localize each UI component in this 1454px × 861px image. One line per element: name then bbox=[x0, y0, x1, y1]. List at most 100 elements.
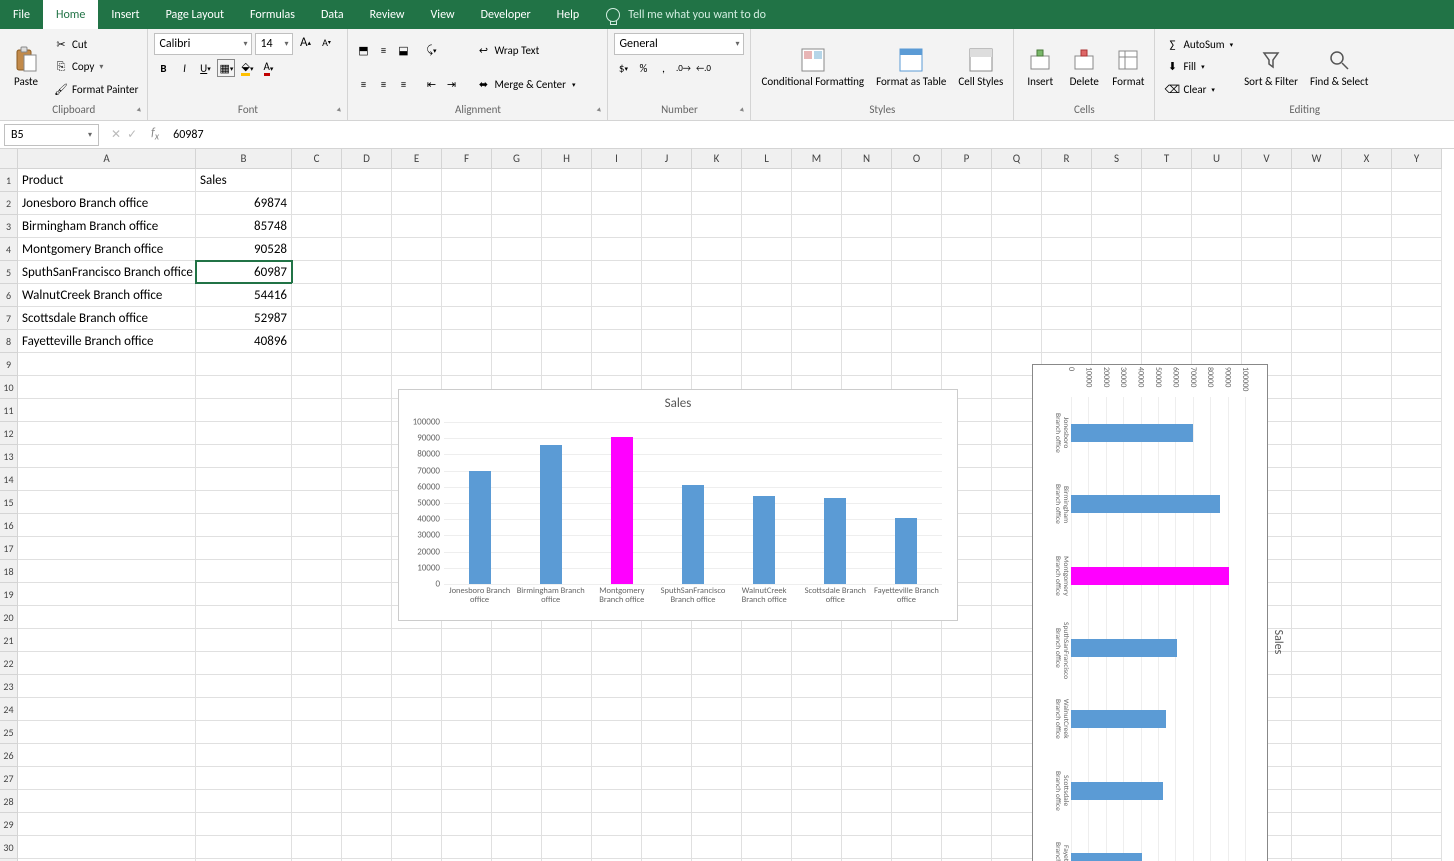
chart2-bar[interactable] bbox=[1071, 710, 1166, 728]
cell-K26[interactable] bbox=[692, 744, 742, 767]
row-header-17[interactable]: 17 bbox=[0, 537, 18, 560]
cell-U1[interactable] bbox=[1192, 169, 1242, 192]
cell-R8[interactable] bbox=[1042, 330, 1092, 353]
cell-N23[interactable] bbox=[842, 675, 892, 698]
cell-K8[interactable] bbox=[692, 330, 742, 353]
cell-G3[interactable] bbox=[492, 215, 542, 238]
col-header-S[interactable]: S bbox=[1092, 149, 1142, 169]
cell-C4[interactable] bbox=[292, 238, 342, 261]
cell-I25[interactable] bbox=[592, 721, 642, 744]
cell-N21[interactable] bbox=[842, 629, 892, 652]
confirm-formula-icon[interactable]: ✓ bbox=[127, 127, 137, 142]
decrease-indent-button[interactable]: ⇤ bbox=[422, 75, 440, 93]
cell-C15[interactable] bbox=[292, 491, 342, 514]
cell-W10[interactable] bbox=[1292, 376, 1342, 399]
cell-X24[interactable] bbox=[1342, 698, 1392, 721]
col-header-Q[interactable]: Q bbox=[992, 149, 1042, 169]
delete-cells-button[interactable]: Delete bbox=[1064, 33, 1104, 101]
cell-F2[interactable] bbox=[442, 192, 492, 215]
cell-O7[interactable] bbox=[892, 307, 942, 330]
cell-M25[interactable] bbox=[792, 721, 842, 744]
col-header-F[interactable]: F bbox=[442, 149, 492, 169]
cell-F22[interactable] bbox=[442, 652, 492, 675]
tab-insert[interactable]: Insert bbox=[98, 0, 152, 29]
cell-L7[interactable] bbox=[742, 307, 792, 330]
cell-Q8[interactable] bbox=[992, 330, 1042, 353]
cell-J21[interactable] bbox=[642, 629, 692, 652]
fill-button[interactable]: ⬇Fill▾ bbox=[1161, 58, 1236, 76]
cell-B3[interactable]: 85748 bbox=[196, 215, 292, 238]
cell-D8[interactable] bbox=[342, 330, 392, 353]
cell-L28[interactable] bbox=[742, 790, 792, 813]
cell-D19[interactable] bbox=[342, 583, 392, 606]
cell-Y21[interactable] bbox=[1392, 629, 1442, 652]
cell-K22[interactable] bbox=[692, 652, 742, 675]
cell-W20[interactable] bbox=[1292, 606, 1342, 629]
cell-U7[interactable] bbox=[1192, 307, 1242, 330]
cell-X18[interactable] bbox=[1342, 560, 1392, 583]
cell-C16[interactable] bbox=[292, 514, 342, 537]
cell-X28[interactable] bbox=[1342, 790, 1392, 813]
cell-X2[interactable] bbox=[1342, 192, 1392, 215]
cell-R5[interactable] bbox=[1042, 261, 1092, 284]
cell-I1[interactable] bbox=[592, 169, 642, 192]
cell-X19[interactable] bbox=[1342, 583, 1392, 606]
cell-K9[interactable] bbox=[692, 353, 742, 376]
fill-color-button[interactable]: ⬙▾ bbox=[238, 59, 256, 77]
cell-C10[interactable] bbox=[292, 376, 342, 399]
cell-X9[interactable] bbox=[1342, 353, 1392, 376]
tab-formulas[interactable]: Formulas bbox=[237, 0, 308, 29]
col-header-C[interactable]: C bbox=[292, 149, 342, 169]
cell-S5[interactable] bbox=[1092, 261, 1142, 284]
cell-A12[interactable] bbox=[18, 422, 196, 445]
cell-M30[interactable] bbox=[792, 836, 842, 859]
cell-B2[interactable]: 69874 bbox=[196, 192, 292, 215]
format-painter-button[interactable]: 🖌Format Painter bbox=[50, 81, 141, 99]
chart1-bar[interactable] bbox=[611, 437, 633, 584]
cell-O1[interactable] bbox=[892, 169, 942, 192]
cell-A22[interactable] bbox=[18, 652, 196, 675]
cell-H3[interactable] bbox=[542, 215, 592, 238]
insert-cells-button[interactable]: Insert bbox=[1020, 33, 1060, 101]
row-header-11[interactable]: 11 bbox=[0, 399, 18, 422]
row-header-26[interactable]: 26 bbox=[0, 744, 18, 767]
cell-H4[interactable] bbox=[542, 238, 592, 261]
cell-R7[interactable] bbox=[1042, 307, 1092, 330]
cell-A21[interactable] bbox=[18, 629, 196, 652]
cell-W27[interactable] bbox=[1292, 767, 1342, 790]
cell-E22[interactable] bbox=[392, 652, 442, 675]
cell-C30[interactable] bbox=[292, 836, 342, 859]
cell-W3[interactable] bbox=[1292, 215, 1342, 238]
cell-X3[interactable] bbox=[1342, 215, 1392, 238]
cell-C24[interactable] bbox=[292, 698, 342, 721]
row-header-24[interactable]: 24 bbox=[0, 698, 18, 721]
cell-J6[interactable] bbox=[642, 284, 692, 307]
align-left-button[interactable]: ≡ bbox=[354, 75, 372, 93]
cell-B10[interactable] bbox=[196, 376, 292, 399]
cell-J26[interactable] bbox=[642, 744, 692, 767]
cell-P6[interactable] bbox=[942, 284, 992, 307]
row-header-19[interactable]: 19 bbox=[0, 583, 18, 606]
cell-L6[interactable] bbox=[742, 284, 792, 307]
cell-G4[interactable] bbox=[492, 238, 542, 261]
cell-J23[interactable] bbox=[642, 675, 692, 698]
cell-S4[interactable] bbox=[1092, 238, 1142, 261]
cell-O5[interactable] bbox=[892, 261, 942, 284]
cell-B13[interactable] bbox=[196, 445, 292, 468]
cell-V7[interactable] bbox=[1242, 307, 1292, 330]
format-as-table-button[interactable]: Format as Table bbox=[872, 33, 950, 101]
col-header-X[interactable]: X bbox=[1342, 149, 1392, 169]
cell-X30[interactable] bbox=[1342, 836, 1392, 859]
col-header-E[interactable]: E bbox=[392, 149, 442, 169]
cell-G29[interactable] bbox=[492, 813, 542, 836]
cell-M5[interactable] bbox=[792, 261, 842, 284]
col-header-O[interactable]: O bbox=[892, 149, 942, 169]
underline-button[interactable]: U▾ bbox=[196, 59, 214, 77]
row-header-4[interactable]: 4 bbox=[0, 238, 18, 261]
tab-developer[interactable]: Developer bbox=[468, 0, 544, 29]
cell-J5[interactable] bbox=[642, 261, 692, 284]
cell-C19[interactable] bbox=[292, 583, 342, 606]
tab-page-layout[interactable]: Page Layout bbox=[153, 0, 237, 29]
chart2-bar[interactable] bbox=[1071, 639, 1177, 657]
chart1-bar[interactable] bbox=[469, 471, 491, 584]
